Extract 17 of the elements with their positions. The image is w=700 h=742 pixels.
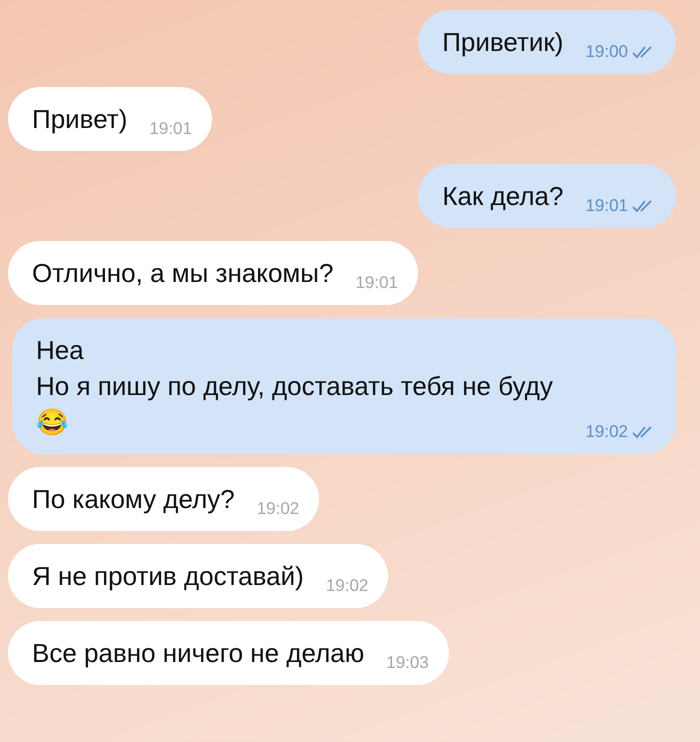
message-time: 19:02 (585, 422, 628, 442)
message-text: Но я пишу по делу, доставать тебя не буду 😂 (36, 370, 554, 439)
message-text: По какому делу? (32, 483, 235, 516)
message-text: Все равно ничего не делаю (32, 637, 364, 670)
message-time: 19:03 (386, 653, 429, 673)
message-text: Я не против доставай) (32, 560, 304, 593)
message-time: 19:02 (256, 499, 300, 519)
message-text: Отлично, а мы знакомы? (32, 257, 334, 290)
message-text: Неа (36, 334, 85, 367)
message-time: 19:00 (585, 42, 628, 62)
message-time: 19:01 (149, 119, 192, 139)
message-text: Приветик) (442, 26, 564, 59)
message-text: Как дела? (442, 180, 564, 213)
message-time: 19:01 (585, 196, 628, 216)
message-text: Привет) (32, 103, 128, 136)
message-time: 19:01 (355, 273, 398, 293)
message-time: 19:02 (326, 576, 368, 596)
